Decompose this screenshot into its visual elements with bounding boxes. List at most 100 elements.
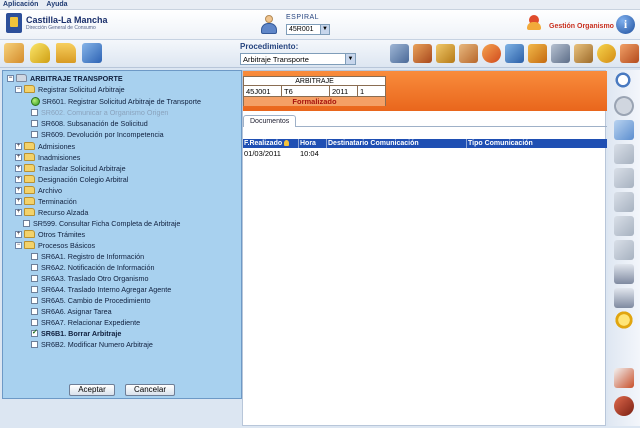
tree-item-sr609[interactable]: SR609. Devolución por Incompetencia [31,129,164,139]
menu-bar: Aplicación Ayuda [0,0,640,10]
tab-bar: Documentos [243,115,607,127]
edit-document-icon[interactable] [4,43,24,63]
tree-item-sr6b2[interactable]: SR6B2. Modificar Numero Arbitraje [31,339,153,349]
clip-icon[interactable] [614,216,634,236]
tree-item-sr608[interactable]: SR608. Subsanación de Solicitud [31,118,148,128]
books-icon[interactable] [413,44,432,63]
save-icon[interactable] [614,264,634,284]
tree-group-admisiones[interactable]: + Admisiones [15,141,75,151]
tree-item-sr6a2[interactable]: SR6A2. Notificación de Información [31,262,154,272]
back-icon[interactable] [614,96,634,116]
expand-icon[interactable]: + [15,142,22,150]
copy-icon[interactable] [614,240,634,260]
expand-icon[interactable]: + [15,175,22,183]
col-destinatario[interactable]: Destinatario Comunicación [327,139,467,148]
tree-item-sr6a7[interactable]: SR6A7. Relacionar Expediente [31,317,140,327]
tree-group-procesos[interactable]: − Procesos Básicos [15,240,95,250]
checkbox[interactable] [31,252,38,260]
tree-item-sr6a6[interactable]: SR6A6. Asignar Tarea [31,306,112,316]
folder-icon [24,241,35,249]
computer-icon[interactable] [82,43,102,63]
table-row[interactable]: 01/03/2011 10:04 [243,149,607,158]
transfer-icon[interactable] [528,44,547,63]
stack-icon[interactable] [614,168,634,188]
checkbox[interactable] [31,130,38,138]
puzzle-icon[interactable] [620,44,639,63]
collapse-icon[interactable]: − [15,241,22,249]
espiral-select[interactable]: 45R001 ▼ [286,24,330,35]
tree-group-trasladar[interactable]: + Trasladar Solicitud Arbitraje [15,163,126,173]
magnifier-icon[interactable] [614,72,634,92]
search-users-icon[interactable] [505,44,524,63]
tools-icon[interactable] [614,368,634,388]
checkbox[interactable] [31,296,38,304]
aceptar-button[interactable]: Aceptar [69,384,115,396]
settings-icon[interactable] [614,310,634,330]
tree-item-sr601[interactable]: SR601. Registrar Solicitud Arbitraje de … [31,96,201,106]
col-hora[interactable]: Hora [299,139,327,148]
gestion-organismo-icon[interactable] [527,15,543,31]
archive-icon[interactable] [436,44,455,63]
tree-group-otros[interactable]: + Otros Trámites [15,229,85,239]
tree-group-designacion[interactable]: + Designación Colegio Arbitral [15,174,128,184]
checkbox[interactable] [23,219,30,227]
main-area: ARBITRAJE 45J001 T6 2011 1 Formalizado D… [242,70,607,426]
menu-ayuda[interactable]: Ayuda [46,1,67,8]
checkbox[interactable] [31,263,38,271]
case-type: T6 [282,86,330,96]
expand-icon[interactable]: + [15,153,22,161]
checkbox[interactable] [31,119,38,127]
expand-icon[interactable]: + [15,197,22,205]
tree-item-sr6a3[interactable]: SR6A3. Traslado Otro Organismo [31,273,148,283]
folder-icon[interactable] [56,43,76,63]
checkbox[interactable] [31,340,38,348]
gear-icon[interactable] [597,44,616,63]
box-icon[interactable] [459,44,478,63]
tab-documentos[interactable]: Documentos [243,115,297,127]
espiral-value: 45R001 [289,26,314,33]
tree-group-recurso[interactable]: + Recurso Alzada [15,207,88,217]
checkbox[interactable] [31,318,38,326]
expand-icon[interactable]: + [15,230,22,238]
collapse-icon[interactable]: − [15,85,22,93]
tree-item-sr6a5[interactable]: SR6A5. Cambio de Procedimiento [31,295,150,305]
menu-aplicacion[interactable]: Aplicación [3,1,38,8]
tree-group-terminacion[interactable]: + Terminación [15,196,77,206]
delete-icon[interactable] [614,192,634,212]
tree-item-sr6a1[interactable]: SR6A1. Registro de Información [31,251,144,261]
scales-icon[interactable] [574,44,593,63]
tree-item-sr6a4[interactable]: SR6A4. Traslado Interno Agregar Agente [31,284,171,294]
checkbox[interactable] [31,274,38,282]
gestion-organismo-link[interactable]: Gestión Organismo [549,23,614,30]
cell-tipo [467,149,607,158]
tree-group-registrar[interactable]: − Registrar Solicitud Arbitraje [15,84,125,94]
expand-icon[interactable]: + [15,186,22,194]
col-tipo[interactable]: Tipo Comunicación [467,139,607,148]
expand-icon[interactable]: + [15,208,22,216]
collapse-icon[interactable]: − [7,74,14,82]
laptop-icon[interactable] [390,44,409,63]
tree-group-archivo[interactable]: + Archivo [15,185,62,195]
calculator-icon[interactable] [551,44,570,63]
tree-item-sr599[interactable]: SR599. Consultar Ficha Completa de Arbit… [23,218,180,228]
tree-root[interactable]: − ARBITRAJE TRANSPORTE [7,73,123,83]
print-icon[interactable] [614,288,634,308]
checkbox-checked[interactable] [31,328,38,337]
checkbox[interactable] [31,307,38,315]
checkbox[interactable] [31,285,38,293]
tree-group-inadmisiones[interactable]: + Inadmisiones [15,152,80,162]
info-icon[interactable]: i [616,15,635,34]
expand-icon[interactable]: + [15,164,22,172]
pie-chart-icon[interactable] [482,44,501,63]
tag-icon[interactable] [614,120,634,140]
cancelar-button[interactable]: Cancelar [125,384,175,396]
cell-destinatario [327,149,467,158]
procedimiento-label: Procedimiento: [240,42,299,51]
procedimiento-select[interactable]: Arbitraje Transporte ▼ [240,53,356,65]
chevron-down-icon[interactable]: ▼ [320,25,329,34]
document-icon[interactable] [614,144,634,164]
exit-icon[interactable] [614,396,634,416]
chevron-down-icon[interactable]: ▼ [345,54,355,64]
tree-item-sr6b1[interactable]: SR6B1. Borrar Arbitraje [31,328,121,338]
lightbulb-icon[interactable] [30,43,50,63]
